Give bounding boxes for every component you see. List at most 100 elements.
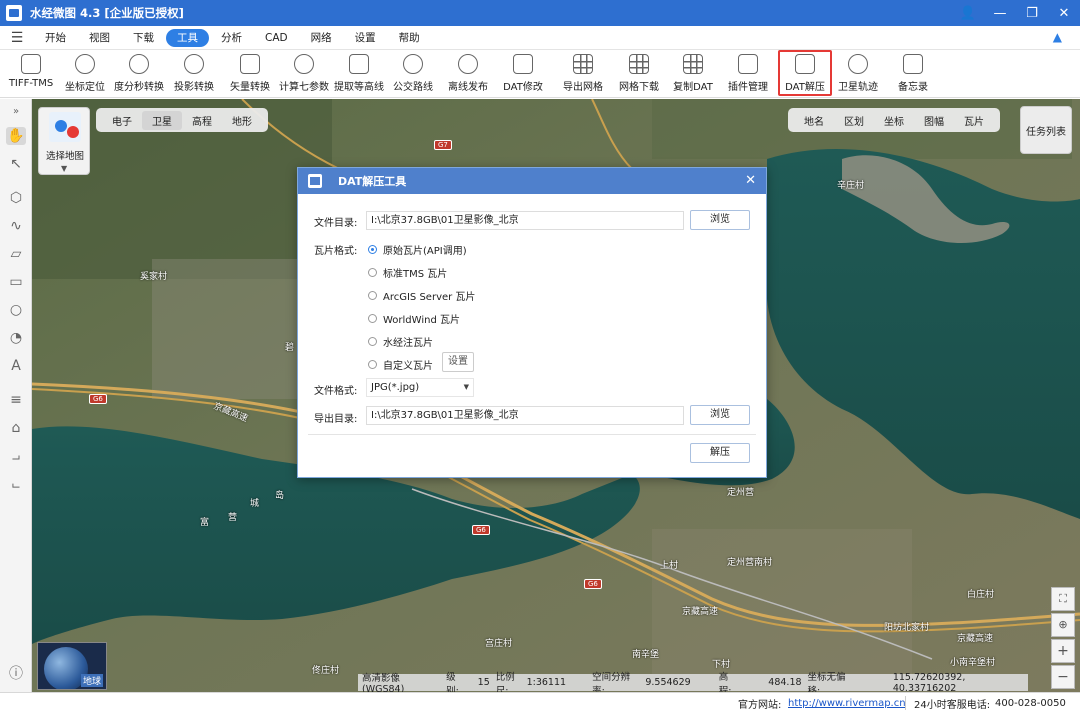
tile-format-label: 瓦片格式:: [314, 246, 358, 257]
custom-settings-button[interactable]: 设置: [442, 352, 474, 372]
map-type-option[interactable]: 高程: [182, 111, 222, 130]
toolbar-button[interactable]: DAT解压: [778, 50, 832, 96]
grid-download-icon: [629, 54, 649, 74]
toolbar-button-label: DAT解压: [785, 82, 825, 93]
toolbar-button[interactable]: 备忘录: [895, 50, 931, 96]
ruler-tool-icon[interactable]: ⨽: [6, 475, 26, 493]
map-type-option[interactable]: 卫星: [142, 110, 182, 130]
menu-item[interactable]: CAD: [254, 29, 299, 47]
pan-hand-icon[interactable]: ✋: [6, 127, 26, 145]
task-list-button[interactable]: 任务列表: [1020, 106, 1072, 154]
contour-icon: [349, 54, 369, 74]
vector-convert-icon: [240, 54, 260, 74]
menu-item[interactable]: 工具: [166, 28, 209, 47]
toolbar-button[interactable]: 卫星轨迹: [835, 50, 881, 96]
toolbar-button[interactable]: 度分秒转换: [113, 50, 165, 96]
file-format-select[interactable]: JPG(*.jpg) ▼: [366, 378, 474, 397]
toolbar-button[interactable]: DAT修改: [501, 50, 545, 96]
toolbar-button[interactable]: TIFF-TMS: [8, 50, 54, 96]
overlay-option[interactable]: 图幅: [914, 111, 954, 130]
collapse-ribbon-icon[interactable]: ▲: [1053, 30, 1062, 44]
toolbar-button-label: 度分秒转换: [114, 82, 164, 93]
map-place-label: 岛: [275, 491, 285, 501]
hamburger-menu-icon[interactable]: ☰: [0, 30, 34, 46]
plugin-icon: [738, 54, 758, 74]
tile-format-radio[interactable]: ArcGIS Server 瓦片: [368, 288, 475, 303]
sector-tool-icon[interactable]: ◔: [6, 329, 26, 347]
select-map-label: 选择地图: [45, 151, 84, 162]
tile-format-radio[interactable]: 原始瓦片(API调用): [368, 242, 467, 257]
browse-export-button[interactable]: 浏览: [690, 405, 750, 425]
overlay-option[interactable]: 地名: [794, 111, 834, 130]
toolbar-button[interactable]: 导出网格: [560, 50, 606, 96]
browse-button[interactable]: 浏览: [690, 210, 750, 230]
window-title: 水经微图 4.3 [企业版已授权]: [30, 6, 184, 20]
menu-item[interactable]: 分析: [210, 29, 253, 47]
toolbar-button[interactable]: 投影转换: [172, 50, 216, 96]
menu-item[interactable]: 网络: [300, 29, 343, 47]
toolbar-button-label: 离线发布: [448, 82, 488, 93]
tile-format-option-label: 标准TMS 瓦片: [383, 269, 448, 280]
rectangle-tool-icon[interactable]: ▭: [6, 273, 26, 291]
tile-format-radio[interactable]: 标准TMS 瓦片: [368, 265, 447, 280]
expand-panel-icon[interactable]: »: [6, 103, 26, 121]
toolbar-button-label: DAT修改: [503, 82, 543, 93]
toolbar-button[interactable]: 插件管理: [726, 50, 770, 96]
menu-item[interactable]: 下载: [122, 29, 165, 47]
map-place-label: 定州营南村: [727, 558, 773, 568]
overlay-option[interactable]: 瓦片: [954, 111, 994, 130]
toolbar-button[interactable]: 提取等高线: [333, 50, 385, 96]
tile-format-radio[interactable]: 水经注瓦片: [368, 334, 433, 349]
select-map-widget[interactable]: 选择地图 ▼: [38, 107, 90, 175]
toolbar-button[interactable]: 计算七参数: [277, 50, 331, 96]
toolbar-button[interactable]: 矢量转换: [228, 50, 272, 96]
locate-icon[interactable]: ⊕: [1051, 613, 1075, 637]
toolbar-button[interactable]: 公交路线: [391, 50, 435, 96]
menu-item[interactable]: 帮助: [388, 29, 431, 47]
polyline-tool-icon[interactable]: ∿: [6, 217, 26, 235]
toolbar-button-label: 插件管理: [728, 82, 768, 93]
toolbar-button[interactable]: 网格下载: [617, 50, 661, 96]
menu-item[interactable]: 设置: [344, 29, 387, 47]
toolbar-button[interactable]: 复制DAT: [670, 50, 716, 96]
toolbar-button[interactable]: 离线发布: [447, 50, 489, 96]
tile-format-option-label: 原始瓦片(API调用): [383, 246, 467, 257]
zoom-in-button[interactable]: +: [1051, 639, 1075, 663]
bus-tool-icon[interactable]: ⌂: [6, 419, 26, 437]
imagery-source: 高清影像(WGS84): [362, 673, 405, 692]
point-tool-icon[interactable]: ⬡: [6, 189, 26, 207]
file-dir-input[interactable]: I:\北京37.8GB\01卫星影像_北京: [366, 211, 684, 230]
toolbar-button-label: 坐标定位: [65, 82, 105, 93]
map-type-option[interactable]: 地形: [222, 111, 262, 130]
text-tool-icon[interactable]: A: [6, 357, 26, 375]
polygon-tool-icon[interactable]: ▱: [6, 245, 26, 263]
elevation-label: 高程:: [718, 671, 732, 693]
dialog-close-icon[interactable]: ✕: [745, 173, 756, 188]
globe-overview[interactable]: 地球: [37, 642, 107, 690]
map-type-option[interactable]: 电子: [102, 111, 142, 130]
tile-format-radio[interactable]: WorldWind 瓦片: [368, 311, 460, 326]
measure-tool-icon[interactable]: ≡: [6, 391, 26, 409]
menu-item[interactable]: 视图: [78, 29, 121, 47]
tile-format-radio[interactable]: 自定义瓦片: [368, 357, 433, 372]
elevation-tool-icon[interactable]: ⨼: [6, 447, 26, 465]
menu-item[interactable]: 开始: [34, 29, 77, 47]
export-grid-icon: [573, 54, 593, 74]
help-icon[interactable]: ⓘ: [6, 665, 26, 683]
overlay-option[interactable]: 区划: [834, 111, 874, 130]
fullscreen-icon[interactable]: ⛶: [1051, 587, 1075, 611]
extract-button[interactable]: 解压: [690, 443, 750, 463]
toolbar-button-label: TIFF-TMS: [8, 78, 54, 89]
user-icon[interactable]: 👤: [952, 0, 984, 26]
restore-button[interactable]: ❐: [1016, 0, 1048, 26]
export-dir-input[interactable]: I:\北京37.8GB\01卫星影像_北京: [366, 406, 684, 425]
circle-tool-icon[interactable]: ○: [6, 301, 26, 319]
toolbar-button[interactable]: 坐标定位: [64, 50, 106, 96]
zoom-out-button[interactable]: −: [1051, 665, 1075, 689]
select-arrow-icon[interactable]: ↖: [6, 155, 26, 173]
map-place-label: 小南辛堡村: [950, 658, 996, 668]
overlay-option[interactable]: 坐标: [874, 111, 914, 130]
minimize-button[interactable]: —: [984, 0, 1016, 26]
website-link[interactable]: http://www.rivermap.cn: [788, 698, 906, 709]
close-button[interactable]: ✕: [1048, 0, 1080, 26]
